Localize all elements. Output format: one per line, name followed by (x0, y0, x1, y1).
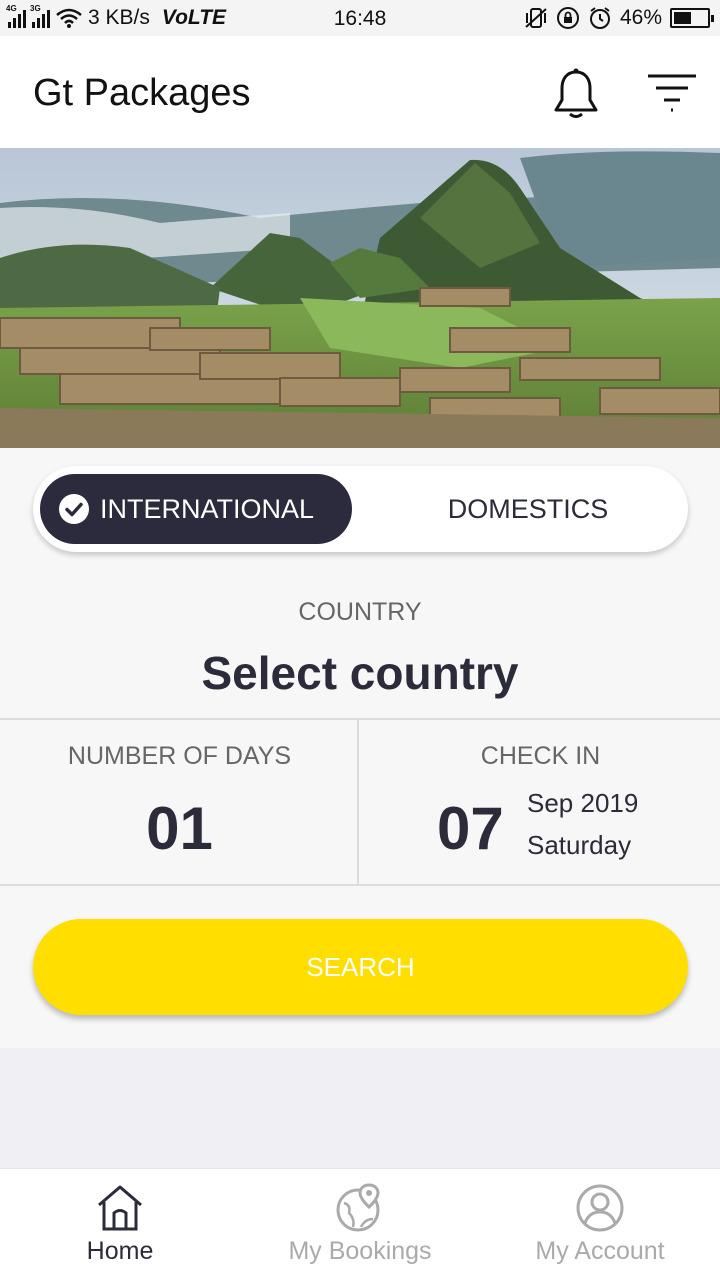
status-right: 46% (524, 6, 714, 30)
hero-image (0, 148, 720, 448)
trip-type-toggle: INTERNATIONAL DOMESTICS (33, 466, 688, 552)
country-selector[interactable]: COUNTRY Select country (0, 576, 720, 720)
notification-button[interactable] (548, 66, 604, 122)
app-header: Gt Packages (0, 36, 720, 148)
country-label: COUNTRY (298, 598, 422, 626)
battery-percent: 46% (619, 6, 662, 29)
search-button[interactable]: SEARCH (33, 919, 688, 1015)
search-section: SEARCH (0, 886, 720, 1048)
days-value: 01 (146, 795, 213, 862)
number-of-days-selector[interactable]: NUMBER OF DAYS 01 (0, 720, 359, 884)
bottom-navigation: Home My Bookings My Account (0, 1168, 720, 1280)
nav-home-label: Home (86, 1237, 154, 1265)
tab-international-label: INTERNATIONAL (100, 493, 315, 524)
filter-icon (648, 74, 696, 112)
status-bar: 4G 3G 3 KB/s VoLTE 16:48 46% (0, 0, 720, 36)
home-icon (98, 1185, 142, 1231)
days-label: NUMBER OF DAYS (67, 742, 292, 770)
trip-details-row: NUMBER OF DAYS 01 CHECK IN 07 Sep 2019 S… (0, 720, 720, 886)
check-in-selector[interactable]: CHECK IN 07 Sep 2019 Saturday (361, 720, 720, 884)
mountain-ruins-landscape (0, 148, 720, 448)
battery-icon (670, 8, 714, 28)
account-icon (576, 1184, 624, 1232)
check-in-month-year: Sep 2019 (527, 788, 639, 818)
check-in-label: CHECK IN (480, 742, 601, 770)
country-value: Select country (201, 647, 519, 699)
filter-button[interactable] (642, 66, 702, 122)
check-in-day: 07 (437, 795, 504, 862)
nav-my-account[interactable]: My Account (480, 1169, 720, 1280)
nav-my-bookings[interactable]: My Bookings (240, 1169, 480, 1280)
nav-home[interactable]: Home (0, 1169, 240, 1280)
check-circle-icon (59, 494, 89, 524)
tab-domestics-label: DOMESTICS (447, 493, 609, 524)
page-title: Gt Packages (33, 72, 251, 114)
bell-icon (554, 68, 598, 118)
alarm-icon (589, 7, 610, 29)
nav-my-account-label: My Account (535, 1237, 665, 1265)
check-in-weekday: Saturday (527, 830, 632, 860)
vibrate-icon (525, 8, 547, 28)
trip-type-section: INTERNATIONAL DOMESTICS (0, 448, 720, 576)
tab-domestics[interactable]: DOMESTICS (373, 474, 683, 544)
tab-international[interactable]: INTERNATIONAL (40, 474, 352, 544)
nav-my-bookings-label: My Bookings (288, 1237, 432, 1265)
lock-rotation-icon (556, 7, 579, 29)
bookings-map-icon (336, 1183, 380, 1232)
